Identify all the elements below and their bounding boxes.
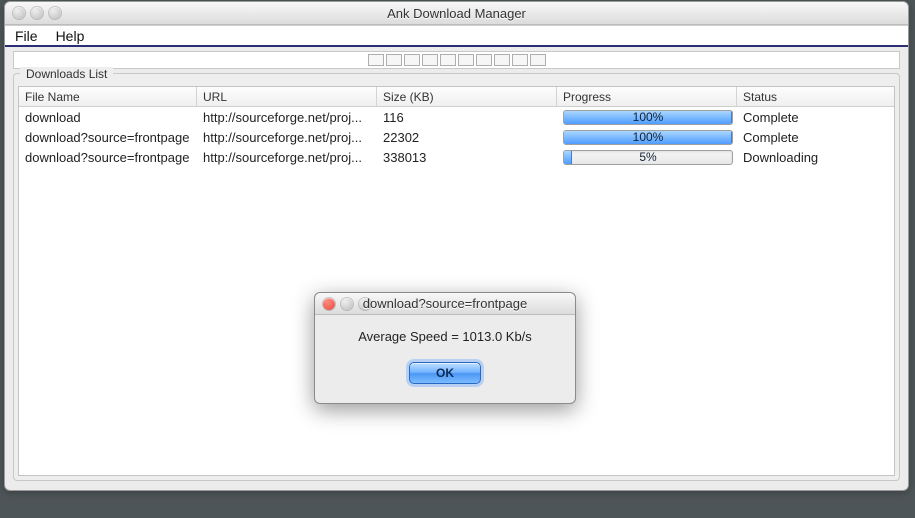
cell-progress: 5%	[557, 149, 737, 166]
zoom-icon[interactable]	[49, 7, 61, 19]
toolbar-slot[interactable]	[476, 54, 492, 66]
col-url[interactable]: URL	[197, 87, 377, 106]
downloads-group: Downloads List File Name URL Size (KB) P…	[13, 73, 900, 481]
cell-url: http://sourceforge.net/proj...	[197, 129, 377, 146]
cell-url: http://sourceforge.net/proj...	[197, 149, 377, 166]
toolbar-slot[interactable]	[494, 54, 510, 66]
cell-status: Downloading	[737, 149, 894, 166]
cell-filename: download?source=frontpage	[19, 149, 197, 166]
cell-progress: 100%	[557, 109, 737, 126]
progress-label: 100%	[564, 131, 732, 144]
toolbar-slot[interactable]	[386, 54, 402, 66]
minimize-icon[interactable]	[341, 298, 353, 310]
minimize-icon[interactable]	[31, 7, 43, 19]
table-row[interactable]: download?source=frontpagehttp://sourcefo…	[19, 127, 894, 147]
zoom-icon[interactable]	[359, 298, 371, 310]
table-row[interactable]: download?source=frontpagehttp://sourcefo…	[19, 147, 894, 167]
table-row[interactable]: downloadhttp://sourceforge.net/proj...11…	[19, 107, 894, 127]
toolbar-slot[interactable]	[422, 54, 438, 66]
group-title: Downloads List	[20, 67, 113, 81]
traffic-lights	[315, 298, 371, 310]
cell-status: Complete	[737, 109, 894, 126]
dialog-titlebar[interactable]: download?source=frontpage	[315, 293, 575, 315]
window-title: Ank Download Manager	[5, 6, 908, 21]
toolbar-slot[interactable]	[512, 54, 528, 66]
table-body: downloadhttp://sourceforge.net/proj...11…	[19, 107, 894, 167]
downloads-table: File Name URL Size (KB) Progress Status …	[18, 86, 895, 476]
col-filename[interactable]: File Name	[19, 87, 197, 106]
table-header: File Name URL Size (KB) Progress Status	[19, 87, 894, 107]
dialog-message: Average Speed = 1013.0 Kb/s	[315, 315, 575, 352]
progress-bar: 5%	[563, 150, 733, 165]
cell-filename: download?source=frontpage	[19, 129, 197, 146]
main-window: Ank Download Manager File Help Downloads…	[4, 1, 909, 491]
cell-size: 22302	[377, 129, 557, 146]
close-icon[interactable]	[13, 7, 25, 19]
menu-file[interactable]: File	[15, 28, 38, 44]
speed-dialog: download?source=frontpage Average Speed …	[314, 292, 576, 404]
toolbar-slot[interactable]	[440, 54, 456, 66]
progress-bar: 100%	[563, 130, 733, 145]
col-progress[interactable]: Progress	[557, 87, 737, 106]
cell-url: http://sourceforge.net/proj...	[197, 109, 377, 126]
progress-bar: 100%	[563, 110, 733, 125]
progress-label: 100%	[564, 111, 732, 124]
toolbar	[13, 51, 900, 69]
close-icon[interactable]	[323, 298, 335, 310]
col-status[interactable]: Status	[737, 87, 894, 106]
menubar: File Help	[5, 25, 908, 47]
cell-progress: 100%	[557, 129, 737, 146]
main-titlebar[interactable]: Ank Download Manager	[5, 2, 908, 25]
cell-size: 116	[377, 109, 557, 126]
ok-button[interactable]: OK	[409, 362, 481, 384]
dialog-button-row: OK	[315, 362, 575, 384]
col-size[interactable]: Size (KB)	[377, 87, 557, 106]
toolbar-slot[interactable]	[458, 54, 474, 66]
cell-size: 338013	[377, 149, 557, 166]
progress-label: 5%	[564, 151, 732, 164]
cell-status: Complete	[737, 129, 894, 146]
toolbar-slot[interactable]	[404, 54, 420, 66]
toolbar-slot[interactable]	[530, 54, 546, 66]
cell-filename: download	[19, 109, 197, 126]
traffic-lights	[5, 7, 61, 19]
menu-help[interactable]: Help	[56, 28, 85, 44]
toolbar-slot[interactable]	[368, 54, 384, 66]
